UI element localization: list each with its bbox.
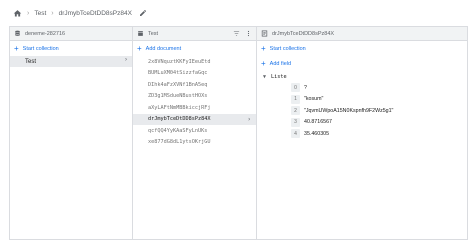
collection-icon	[137, 30, 144, 37]
more-vert-icon[interactable]	[244, 30, 252, 38]
plus-icon: +	[137, 43, 142, 53]
document-item[interactable]: aXyLAFtNmMBBkiccjRFj	[133, 102, 256, 114]
array-value: "kosum"	[304, 96, 324, 103]
array-value: 40.8716567	[304, 119, 332, 126]
chevron-right-icon: ›	[247, 115, 251, 123]
array-index: 0	[291, 83, 300, 93]
chevron-right-icon: ›	[27, 9, 30, 17]
document-column: drJmybTceDtDD8sPz84X + Start collection …	[257, 27, 467, 239]
array-element[interactable]: 1 "kosum"	[257, 94, 467, 106]
pencil-icon[interactable]	[139, 9, 147, 17]
root-column-header: deneme-282716	[10, 27, 132, 41]
array-value: 35.460305	[304, 130, 330, 137]
array-element[interactable]: 4 35.460305	[257, 128, 467, 140]
document-list: 2x8VNquztKKFyIEeuEtd BUMLuXM04tSizzfaGqc…	[133, 56, 256, 148]
document-item[interactable]: 2x8VNquztKKFyIEeuEtd	[133, 56, 256, 68]
field-name: Liste	[271, 73, 287, 80]
document-item[interactable]: DIhk4aFzXVNf1BnA5eq	[133, 79, 256, 91]
plus-icon: +	[14, 43, 19, 53]
document-item[interactable]: ZD3g1MSdueNBustHOXs	[133, 91, 256, 103]
breadcrumb-item-document[interactable]: drJmybTceDtDD8sPz84X	[59, 10, 132, 17]
add-field-button[interactable]: + Add field	[257, 56, 467, 71]
start-subcollection-button[interactable]: + Start collection	[257, 41, 467, 56]
breadcrumb: › Test › drJmybTceDtDD8sPz84X	[0, 0, 474, 26]
array-index: 3	[291, 117, 300, 127]
plus-icon: +	[261, 58, 266, 68]
caret-down-icon[interactable]: ▼	[263, 74, 266, 80]
array-field[interactable]: ▼ Liste	[257, 71, 467, 82]
document-item-selected[interactable]: drJmybTceDtDD8sPz84X ›	[133, 113, 256, 125]
document-item[interactable]: BUMLuXM04tSizzfaGqc	[133, 68, 256, 80]
array-element[interactable]: 2 "JqvmUWpoA15N0Kspnfh9F2Wz5g1"	[257, 105, 467, 117]
array-index: 1	[291, 94, 300, 104]
array-value: ?	[304, 84, 307, 91]
document-icon	[261, 30, 268, 37]
chevron-right-icon: ›	[51, 9, 54, 17]
array-value: "JqvmUWpoA15N0Kspnfh9F2Wz5g1"	[304, 107, 394, 114]
collection-item[interactable]: Test ›	[10, 56, 132, 67]
array-element[interactable]: 3 40.8716567	[257, 117, 467, 129]
chevron-right-icon: ›	[125, 57, 127, 63]
array-index: 2	[291, 106, 300, 116]
start-collection-button[interactable]: + Start collection	[10, 41, 132, 56]
project-name: deneme-282716	[25, 30, 66, 37]
array-element[interactable]: 0 ?	[257, 82, 467, 94]
document-name: drJmybTceDtDD8sPz84X	[272, 30, 335, 37]
document-item[interactable]: xe877dG8dL1ytsOKrjGU	[133, 137, 256, 149]
collection-column: Test + Add document 2x8VNquztKKFyIEeuEtd…	[133, 27, 257, 239]
filter-icon[interactable]	[232, 30, 240, 38]
root-column: deneme-282716 + Start collection Test ›	[10, 27, 133, 239]
array-index: 4	[291, 129, 300, 139]
collection-name: Test	[148, 30, 159, 37]
document-column-header: drJmybTceDtDD8sPz84X	[257, 27, 467, 41]
collection-column-header: Test	[133, 27, 256, 41]
document-item[interactable]: qcfQQ4YyKAaSFyLnUKs	[133, 125, 256, 137]
add-document-button[interactable]: + Add document	[133, 41, 256, 56]
plus-icon: +	[261, 43, 266, 53]
home-icon[interactable]	[12, 8, 22, 18]
data-panel: deneme-282716 + Start collection Test › …	[9, 26, 468, 240]
breadcrumb-item-collection[interactable]: Test	[34, 10, 46, 17]
database-icon	[14, 30, 21, 37]
